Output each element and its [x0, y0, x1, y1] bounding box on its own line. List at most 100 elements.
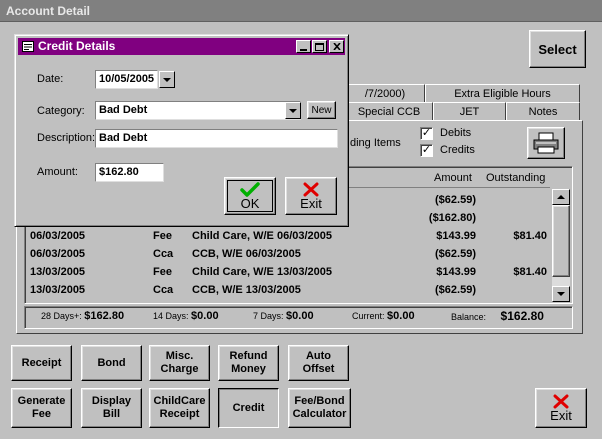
- ok-button[interactable]: OK: [224, 177, 276, 215]
- current-label: Current:: [352, 311, 385, 321]
- row-outstanding: $81.40: [513, 266, 547, 278]
- dialog-title: Credit Details: [38, 39, 116, 53]
- category-label: Category:: [37, 105, 85, 117]
- credits-checkbox[interactable]: ✓: [420, 144, 433, 157]
- grid-scrollbar[interactable]: [552, 189, 570, 302]
- row-date: 06/03/2005: [30, 248, 86, 260]
- main-window-title: Account Detail: [6, 4, 91, 18]
- close-icon: [332, 43, 341, 50]
- row-amount: ($62.59): [435, 284, 476, 296]
- bond-button[interactable]: Bond: [81, 345, 142, 381]
- chevron-down-icon: [289, 108, 297, 113]
- balance-summary: Balance: $162.80: [451, 309, 544, 323]
- tab-date-range[interactable]: /7/2000): [345, 84, 425, 102]
- scroll-down-button[interactable]: [552, 286, 570, 302]
- form-icon: [22, 41, 34, 52]
- table-row[interactable]: 06/03/2005 Fee Child Care, W/E 06/03/200…: [25, 227, 550, 245]
- close-icon: [303, 182, 319, 197]
- days28-summary: 28 Days+: $162.80: [41, 310, 124, 322]
- credits-label: Credits: [440, 144, 475, 156]
- date-label: Date:: [37, 73, 64, 85]
- days14-value: $0.00: [191, 310, 219, 322]
- row-amount: $143.99: [436, 230, 476, 242]
- amount-field[interactable]: $162.80: [95, 163, 164, 182]
- chevron-up-icon: [557, 195, 565, 199]
- row-outstanding: $81.40: [513, 230, 547, 242]
- new-category-button[interactable]: New: [307, 101, 336, 119]
- auto-offset-button[interactable]: Auto Offset: [288, 345, 349, 381]
- credit-details-dialog: Credit Details Date: 10/05/2005 Category…: [14, 34, 349, 227]
- exit-button[interactable]: Exit: [535, 388, 587, 428]
- refund-money-button[interactable]: Refund Money: [218, 345, 279, 381]
- debits-checkbox[interactable]: ✓: [420, 127, 433, 140]
- fee-bond-calculator-button[interactable]: Fee/Bond Calculator: [288, 388, 351, 428]
- row-amount: ($62.59): [435, 194, 476, 206]
- filter-label: ding Items: [350, 137, 401, 149]
- days28-value: $162.80: [84, 310, 125, 322]
- minimize-icon: [300, 48, 307, 51]
- row-description: Child Care, W/E 13/03/2005: [192, 266, 333, 278]
- chevron-down-icon: [557, 292, 565, 296]
- tab-special-ccb[interactable]: Special CCB: [345, 102, 433, 120]
- row-amount: ($62.59): [435, 248, 476, 260]
- checkmark-icon: [240, 182, 260, 197]
- header-amount: Amount: [434, 172, 472, 184]
- row-description: Child Care, W/E 06/03/2005: [192, 230, 333, 242]
- category-select[interactable]: Bad Debt: [95, 101, 301, 120]
- dialog-exit-button[interactable]: Exit: [285, 177, 337, 215]
- tab-notes[interactable]: Notes: [506, 102, 580, 120]
- dialog-exit-label: Exit: [300, 196, 322, 211]
- row-date: 06/03/2005: [30, 230, 86, 242]
- select-button[interactable]: Select: [529, 30, 586, 68]
- row-date: 13/03/2005: [30, 284, 86, 296]
- ok-label: OK: [240, 196, 260, 211]
- days7-summary: 7 Days: $0.00: [253, 310, 314, 322]
- balance-label: Balance:: [451, 312, 487, 322]
- chevron-down-icon: [163, 77, 171, 82]
- debits-label: Debits: [440, 127, 472, 139]
- scroll-thumb[interactable]: [552, 205, 570, 277]
- days14-summary: 14 Days: $0.00: [153, 310, 219, 322]
- misc-charge-button[interactable]: Misc. Charge: [149, 345, 210, 381]
- header-outstanding: Outstanding: [486, 172, 546, 184]
- exit-label: Exit: [550, 408, 572, 423]
- dialog-title-bar: Credit Details: [18, 38, 345, 55]
- childcare-receipt-button[interactable]: ChildCare Receipt: [149, 388, 210, 428]
- row-amount: $143.99: [436, 266, 476, 278]
- row-description: CCB, W/E 13/03/2005: [192, 284, 301, 296]
- row-type: Fee: [153, 230, 172, 242]
- days7-value: $0.00: [286, 310, 314, 322]
- scroll-up-button[interactable]: [552, 189, 570, 205]
- days14-label: 14 Days:: [153, 311, 189, 321]
- row-description: CCB, W/E 06/03/2005: [192, 248, 301, 260]
- balance-value: $162.80: [500, 309, 544, 323]
- maximize-button[interactable]: [312, 40, 327, 53]
- row-amount: ($162.80): [428, 212, 476, 224]
- table-row[interactable]: 06/03/2005 Cca CCB, W/E 06/03/2005 ($62.…: [25, 245, 550, 263]
- row-type: Cca: [153, 284, 174, 296]
- display-bill-button[interactable]: Display Bill: [81, 388, 142, 428]
- minimize-button[interactable]: [296, 40, 311, 53]
- tab-extra-eligible-hours[interactable]: Extra Eligible Hours: [425, 84, 580, 102]
- close-icon: [553, 394, 569, 409]
- aging-summary: 28 Days+: $162.80 14 Days: $0.00 7 Days:…: [24, 306, 573, 329]
- date-dropdown-button[interactable]: [159, 71, 175, 88]
- dialog-close-button[interactable]: [329, 40, 344, 53]
- days28-label: 28 Days+:: [41, 311, 82, 321]
- table-row[interactable]: 13/03/2005 Fee Child Care, W/E 13/03/200…: [25, 263, 550, 281]
- current-summary: Current: $0.00: [352, 310, 415, 322]
- category-dropdown-button[interactable]: [285, 102, 301, 119]
- table-row[interactable]: 13/03/2005 Cca CCB, W/E 13/03/2005 ($62.…: [25, 281, 550, 299]
- description-field[interactable]: Bad Debt: [95, 129, 338, 148]
- row-type: Fee: [153, 266, 172, 278]
- credit-button[interactable]: Credit: [218, 388, 279, 428]
- printer-icon: [533, 132, 559, 154]
- days7-label: 7 Days:: [253, 311, 284, 321]
- description-label: Description:: [37, 132, 96, 144]
- row-date: 13/03/2005: [30, 266, 86, 278]
- tab-jet[interactable]: JET: [433, 102, 506, 120]
- date-field[interactable]: 10/05/2005: [95, 70, 158, 89]
- receipt-button[interactable]: Receipt: [11, 345, 72, 381]
- print-button[interactable]: [527, 127, 565, 159]
- generate-fee-button[interactable]: Generate Fee: [11, 388, 72, 428]
